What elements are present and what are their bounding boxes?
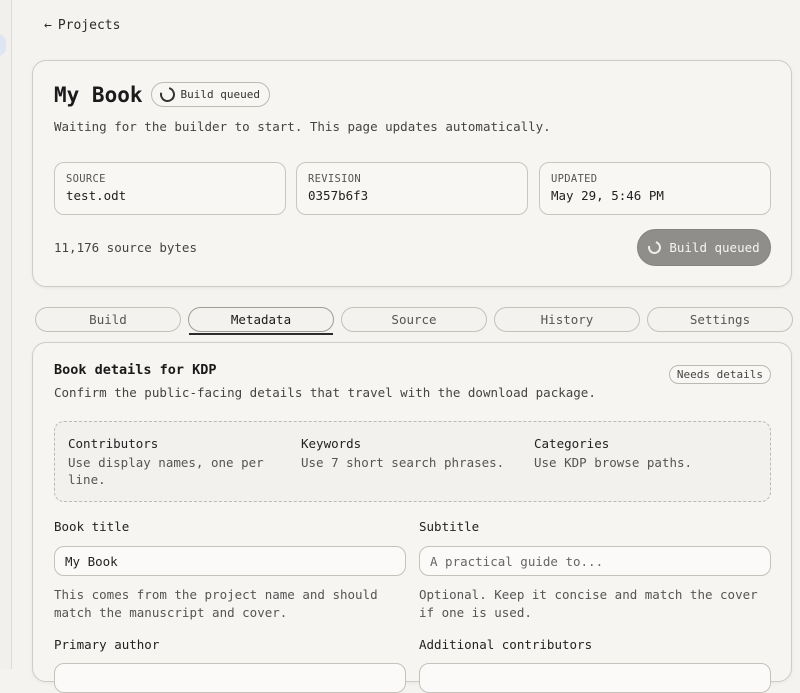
meta-revision: REVISION 0357b6f3 [296,162,528,215]
source-bytes: 11,176 source bytes [54,240,197,255]
meta-updated-value: May 29, 5:46 PM [551,188,664,203]
meta-source-label: SOURCE [66,173,106,185]
needs-details-badge: Needs details [668,365,771,384]
hint-body: Use display names, one per line. [68,455,264,487]
back-link-label: Projects [57,18,121,33]
tab-build[interactable]: Build [35,307,181,332]
build-queued-button[interactable]: Build queued [637,229,771,266]
tab-metadata[interactable]: Metadata [188,307,334,335]
spinner-icon [645,238,664,257]
hint-body: Use KDP browse paths. [534,455,693,470]
spinner-icon [156,84,178,105]
meta-updated: UPDATED May 29, 5:46 PM [539,162,771,215]
hint-contributors: Contributors Use display names, one per … [68,436,278,488]
tab-source[interactable]: Source [341,307,487,332]
status-message: Waiting for the builder to start. This p… [54,119,551,134]
left-rail [0,0,12,669]
book-title-label: Book title [54,519,130,534]
tab-history[interactable]: History [494,307,640,332]
section-title: Book details for KDP [54,362,217,378]
build-queued-button-label: Build queued [669,240,760,255]
subtitle-helper: Optional. Keep it concise and match the … [419,587,758,620]
section-subtitle: Confirm the public-facing details that t… [54,385,596,400]
meta-revision-label: REVISION [308,173,361,185]
page: ← Projects My Book Build queued Waiting … [12,0,800,693]
page-title: My Book [54,82,143,107]
subtitle-input[interactable] [419,546,771,576]
rail-indicator [0,34,6,56]
hint-title: Keywords [301,436,362,451]
tab-settings[interactable]: Settings [647,307,793,332]
additional-contributors-label: Additional contributors [419,637,593,652]
book-title-helper: This comes from the project name and sho… [54,587,378,620]
project-header-card: My Book Build queued Waiting for the bui… [32,60,792,287]
status-badge: Build queued [150,82,270,107]
hint-categories: Categories Use KDP browse paths. [534,436,744,471]
subtitle-label: Subtitle [419,519,480,534]
meta-source: SOURCE test.odt [54,162,286,215]
additional-contributors-input[interactable] [419,663,771,693]
meta-updated-label: UPDATED [551,173,598,185]
hint-title: Contributors [68,436,159,451]
hint-body: Use 7 short search phrases. [301,455,505,470]
meta-source-value: test.odt [66,188,127,203]
hint-keywords: Keywords Use 7 short search phrases. [301,436,511,471]
arrow-left-icon: ← [44,18,52,33]
hints-box: Contributors Use display names, one per … [54,421,771,502]
back-to-projects-link[interactable]: ← Projects [44,18,120,33]
book-details-card: Book details for KDP Confirm the public-… [32,342,792,693]
book-title-input[interactable] [54,546,406,576]
hint-title: Categories [534,436,610,451]
primary-author-input[interactable] [54,663,406,693]
primary-author-label: Primary author [54,637,160,652]
tab-bar: Build Metadata Source History Settings [35,307,793,335]
status-badge-label: Build queued [180,88,260,101]
meta-revision-value: 0357b6f3 [308,188,369,203]
